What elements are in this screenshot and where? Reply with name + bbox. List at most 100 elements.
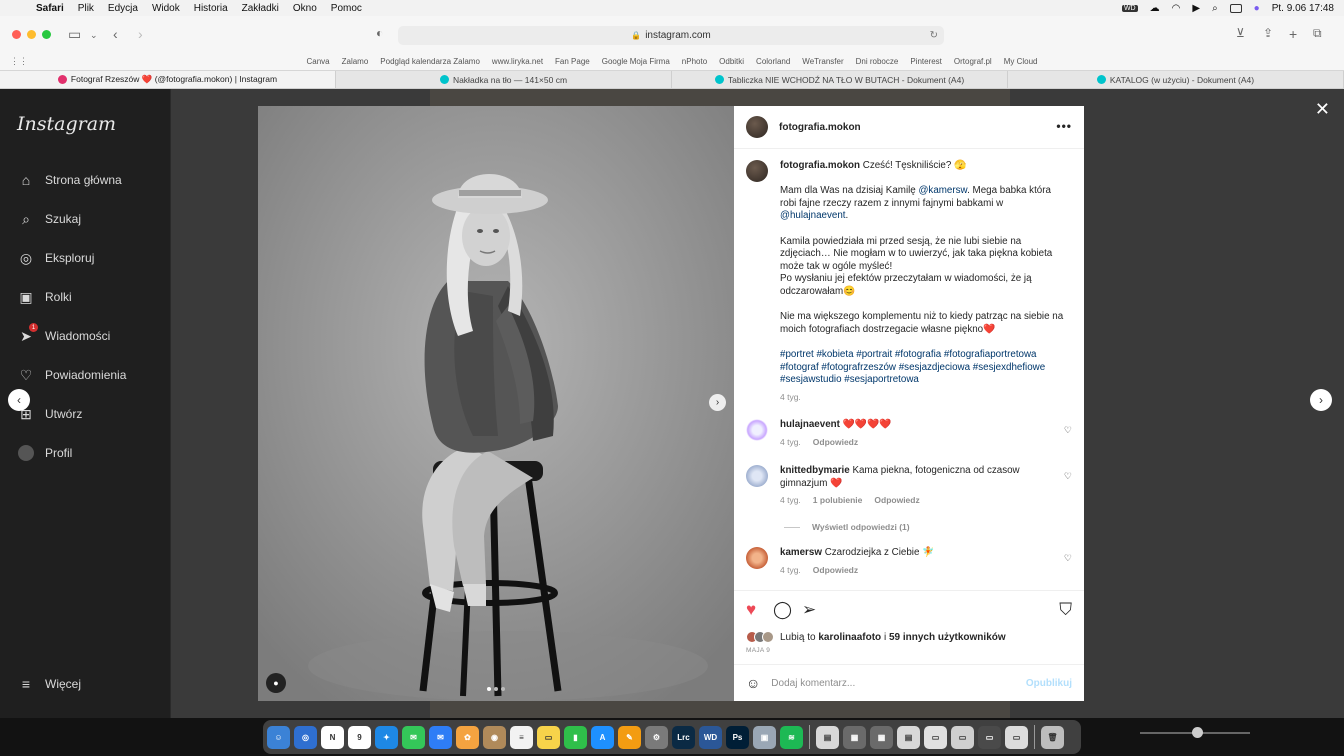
comment-author[interactable]: hulajnaevent [780,419,840,430]
dock-app-file-5[interactable]: ▭ [978,725,1001,749]
sidebar-item-home[interactable]: ⌂ Strona główna [17,171,122,189]
caption-author[interactable]: fotografia.mokon [780,160,860,171]
sidebar-toggle-icon[interactable]: ▭ [68,26,81,43]
favorite-ortograf[interactable]: Ortograf.pl [954,57,992,66]
share-icon[interactable]: ⇪ [1263,26,1273,40]
creative-cloud-icon[interactable]: ☁ [1150,3,1160,14]
tab-canva-catalog[interactable]: KATALOG (w użyciu) - Dokument (A4) [1008,71,1344,88]
favorite-fan-page[interactable]: Fan Page [555,57,590,66]
close-icon[interactable]: ✕ [1315,99,1330,120]
favorite-colorland[interactable]: Colorland [756,57,790,66]
dock-app-numbers[interactable]: ▮ [564,725,587,749]
post-photo[interactable]: › ● [258,106,734,701]
menu-help[interactable]: Pomoc [331,3,362,14]
dock-app-word[interactable]: WD [699,725,722,749]
likes-user[interactable]: karolinaafoto [818,632,881,643]
dock-app-notion[interactable]: N [321,725,344,749]
volume-slider-knob[interactable] [1192,727,1203,738]
avatar[interactable] [746,116,768,138]
tab-canva-overlay[interactable]: Nakładka na tło — 141×50 cm [336,71,672,88]
mention-link[interactable]: @kamersw [918,185,967,196]
dock-app-calendar[interactable]: 9 [348,725,371,749]
mention-link[interactable]: @hulajnaevent [780,210,846,221]
spotlight-search-icon[interactable]: ⌕ [1212,3,1218,14]
dock-app-notes[interactable]: ▭ [537,725,560,749]
comment-author[interactable]: knittedbymarie [780,465,850,476]
downloads-icon[interactable]: ⊻ [1236,26,1245,40]
next-post-button[interactable]: › [1310,389,1332,411]
favorite-odbitki[interactable]: Odbitki [719,57,744,66]
tab-overview-icon[interactable]: ⧉ [1313,26,1322,41]
new-tab-icon[interactable]: + [1289,26,1297,42]
wd-status-icon[interactable]: WD [1121,4,1138,12]
zoom-window-button[interactable] [42,30,51,39]
favorite-dni-robocze[interactable]: Dni robocze [856,57,899,66]
dock-app-safari-alt[interactable]: ◎ [294,725,317,749]
wifi-icon[interactable]: ◠ [1172,3,1181,14]
reload-icon[interactable]: ↻ [930,30,938,41]
dock-app-mail[interactable]: ✉ [429,725,452,749]
clock[interactable]: Pt. 9.06 17:48 [1272,3,1334,14]
instagram-logo[interactable]: Instagram [17,113,116,135]
favorite-zalamo[interactable]: Zalamo [342,57,369,66]
favorite-my-cloud[interactable]: My Cloud [1004,57,1038,66]
tab-instagram[interactable]: Fotograf Rzeszów ❤️ (@fotografia.mokon) … [0,71,336,88]
menu-edit[interactable]: Edycja [108,3,138,14]
address-bar[interactable]: 🔒 instagram.com ↻ [398,26,944,45]
post-comment-button[interactable]: Opublikuj [1026,678,1072,689]
dock-app-trash[interactable]: 🗑 [1041,725,1064,749]
dock-app-file-2[interactable]: ▤ [897,725,920,749]
like-heart-icon[interactable]: ♥ [746,601,756,618]
play-icon[interactable]: ▶ [1192,3,1200,14]
post-author[interactable]: fotografia.mokon [779,122,861,133]
menu-view[interactable]: Widok [152,3,180,14]
favorite-liryka[interactable]: www.liryka.net [492,57,543,66]
sidebar-item-notifications[interactable]: ♡ Powiadomienia [17,366,127,384]
tab-canva-sign[interactable]: Tabliczka NIE WCHODŹ NA TŁO W BUTACH - D… [672,71,1008,88]
control-center-icon[interactable] [1229,3,1242,13]
previous-post-button[interactable]: ‹ [8,389,30,411]
sidebar-item-search[interactable]: ⌕ Szukaj [17,210,81,228]
view-replies-button[interactable]: Wyświetl odpowiedzi (1) [784,522,910,532]
dock-app-file-6[interactable]: ▭ [1005,725,1028,749]
sidebar-item-more[interactable]: ≡ Więcej [17,675,81,693]
dock-app-grid-1[interactable]: ▦ [843,725,866,749]
dock-app-contacts[interactable]: ◉ [483,725,506,749]
dock-app-file-3[interactable]: ▭ [924,725,947,749]
tagged-users-icon[interactable]: ● [266,673,286,693]
favorite-nphoto[interactable]: nPhoto [682,57,707,66]
menu-bookmarks[interactable]: Zakładki [242,3,279,14]
dock-app-messages[interactable]: ✉ [402,725,425,749]
chevron-down-icon[interactable]: ⌄ [90,30,98,41]
reply-button[interactable]: Odpowiedz [813,437,858,447]
like-comment-icon[interactable]: ♡ [1064,425,1072,436]
menu-history[interactable]: Historia [194,3,228,14]
sidebar-item-profile[interactable]: Profil [17,444,72,462]
comment-likes[interactable]: 1 polubienie [813,495,863,505]
forward-icon[interactable]: › [138,26,143,42]
dock-app-preview[interactable]: ▣ [753,725,776,749]
avatar[interactable] [746,160,768,182]
favorites-grid-icon[interactable]: ⋮⋮ [10,56,28,67]
favorite-zalamo-calendar[interactable]: Podgląd kalendarza Zalamo [380,57,480,66]
minimize-window-button[interactable] [27,30,36,39]
sidebar-item-messages[interactable]: ➤ 1 Wiadomości [17,323,110,345]
hashtags[interactable]: #portret #kobieta #portrait #fotografia … [780,349,1070,387]
bookmark-icon[interactable]: ⛉ [1059,601,1072,618]
share-send-icon[interactable]: ➢ [802,601,816,618]
favorite-wetransfer[interactable]: WeTransfer [802,57,843,66]
comment-input[interactable] [771,677,1012,689]
dock-app-safari[interactable]: ✦ [375,725,398,749]
privacy-shield-icon[interactable]: ◐ [376,26,383,40]
comment-author[interactable]: kamersw [780,547,822,558]
dock-app-photoshop[interactable]: Ps [726,725,749,749]
avatar[interactable] [746,547,768,569]
favorite-google-my-business[interactable]: Google Moja Firma [602,57,670,66]
close-window-button[interactable] [12,30,21,39]
siri-icon[interactable]: ● [1254,3,1260,14]
more-options-icon[interactable]: ••• [1056,119,1072,133]
dock-app-file-1[interactable]: ▤ [816,725,839,749]
menu-file[interactable]: Plik [78,3,94,14]
avatar[interactable] [746,465,768,487]
comment-icon[interactable]: ◯ [773,601,792,618]
